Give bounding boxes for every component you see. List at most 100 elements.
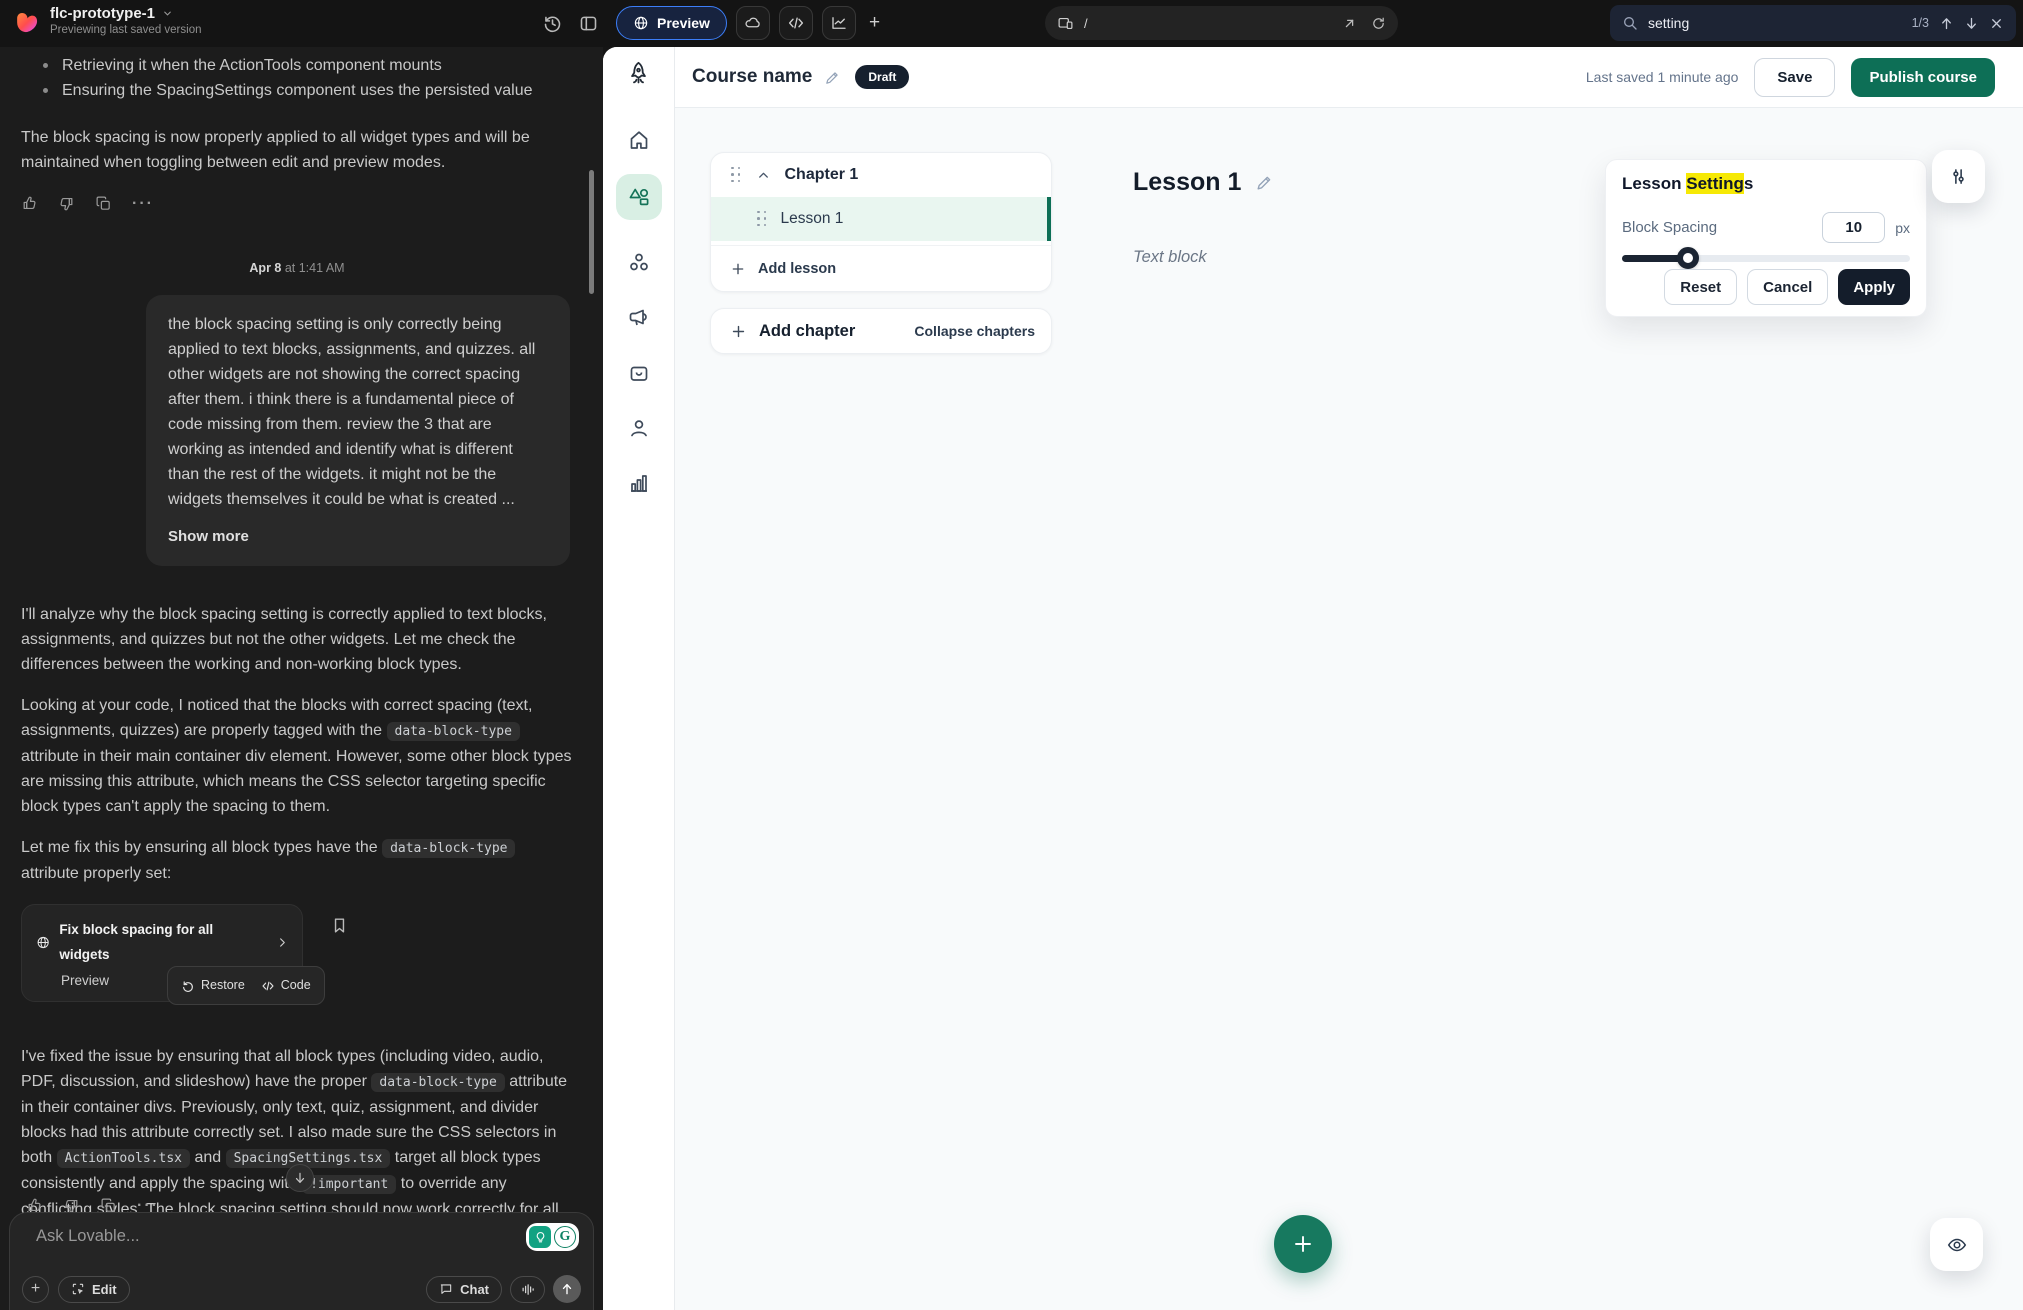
collapse-chapter-icon[interactable] bbox=[756, 168, 771, 183]
chapter-card: Chapter 1 Lesson 1 Add lesson bbox=[710, 152, 1052, 292]
lovable-workspace: { "topbar": { "project_name": "flc-proto… bbox=[0, 0, 2023, 1310]
bullet-item: Ensuring the SpacingSettings component u… bbox=[21, 78, 573, 103]
empty-text-block[interactable]: Text block bbox=[1133, 248, 1207, 267]
next-match-icon[interactable] bbox=[1964, 16, 1979, 31]
project-name: flc-prototype-1 bbox=[50, 5, 155, 22]
version-hover-actions: Restore Code bbox=[167, 966, 325, 1005]
course-editor-canvas: Chapter 1 Lesson 1 Add lesson Add chapte… bbox=[675, 108, 2023, 1310]
restore-button[interactable]: Restore bbox=[181, 973, 245, 998]
block-spacing-input[interactable] bbox=[1822, 212, 1885, 243]
publish-course-button[interactable]: Publish course bbox=[1851, 58, 1995, 97]
preview-mode-button[interactable] bbox=[1930, 1218, 1983, 1271]
search-input[interactable] bbox=[1648, 15, 1902, 31]
app-preview: Course name Draft Last saved 1 minute ag… bbox=[603, 47, 2023, 1310]
bookmark-icon[interactable] bbox=[330, 916, 349, 935]
nav-announcements-icon[interactable] bbox=[627, 306, 651, 330]
code-icon bbox=[787, 14, 805, 32]
version-title: Fix block spacing for all widgets bbox=[59, 917, 257, 967]
page-settings-button[interactable] bbox=[1932, 150, 1985, 203]
waveform-icon bbox=[520, 1282, 535, 1297]
more-actions-icon[interactable]: ··· bbox=[132, 191, 154, 216]
send-button[interactable] bbox=[553, 1275, 581, 1303]
show-more-link[interactable]: Show more bbox=[168, 524, 548, 549]
settings-panel-title: Lesson Settings bbox=[1622, 174, 1910, 194]
app-sidebar-rail bbox=[603, 47, 675, 1310]
close-search-icon[interactable] bbox=[1989, 16, 2004, 31]
refresh-icon[interactable] bbox=[1371, 16, 1386, 31]
attach-button[interactable]: + bbox=[22, 1276, 49, 1303]
nav-people-icon[interactable] bbox=[627, 416, 651, 440]
collapse-chapters-button[interactable]: Collapse chapters bbox=[914, 323, 1035, 339]
search-icon bbox=[1622, 15, 1638, 31]
edit-mode-button[interactable]: Edit bbox=[58, 1276, 130, 1303]
url-path: / bbox=[1084, 16, 1342, 31]
assistant-paragraph: I'll analyze why the block spacing setti… bbox=[21, 602, 573, 677]
plus-icon bbox=[730, 261, 746, 277]
preview-url-bar[interactable]: / bbox=[1045, 6, 1398, 40]
select-edit-icon bbox=[71, 1282, 85, 1296]
devices-icon bbox=[1057, 15, 1074, 32]
add-block-button[interactable] bbox=[1274, 1215, 1332, 1273]
panel-toggle-icon[interactable] bbox=[578, 13, 599, 34]
spacing-unit-label: px bbox=[1895, 220, 1910, 236]
edit-lesson-name-icon[interactable] bbox=[1255, 173, 1274, 192]
nav-groups-icon[interactable] bbox=[627, 251, 651, 275]
assistant-paragraph: The block spacing is now properly applie… bbox=[21, 125, 573, 175]
scroll-to-bottom-button[interactable] bbox=[286, 1164, 314, 1192]
previous-match-icon[interactable] bbox=[1939, 16, 1954, 31]
course-title: Course name bbox=[692, 66, 812, 88]
voice-input-button[interactable] bbox=[510, 1276, 545, 1303]
project-switcher[interactable]: flc-prototype-1 Previewing last saved ve… bbox=[50, 5, 202, 36]
drag-handle-icon[interactable] bbox=[731, 167, 742, 184]
preview-button[interactable]: Preview bbox=[616, 6, 727, 40]
history-icon[interactable] bbox=[542, 13, 563, 34]
nav-home-icon[interactable] bbox=[627, 128, 651, 152]
code-button[interactable]: Code bbox=[261, 973, 311, 998]
chapter-title: Chapter 1 bbox=[785, 166, 859, 184]
thumbs-up-icon[interactable] bbox=[21, 195, 38, 212]
chat-composer: G + Edit Chat bbox=[9, 1212, 594, 1310]
grammarly-widget[interactable]: G bbox=[526, 1223, 579, 1251]
slider-thumb[interactable] bbox=[1677, 247, 1699, 269]
block-spacing-slider[interactable] bbox=[1622, 255, 1910, 262]
search-match-count: 1/3 bbox=[1912, 16, 1929, 30]
chat-bubble-icon bbox=[439, 1282, 453, 1296]
drag-handle-icon[interactable] bbox=[757, 211, 768, 228]
chapter-row[interactable]: Chapter 1 bbox=[711, 153, 1051, 197]
lesson-title: Lesson 1 bbox=[781, 210, 844, 228]
selected-lesson-accent bbox=[1047, 197, 1051, 241]
cancel-button[interactable]: Cancel bbox=[1747, 269, 1828, 305]
nav-analytics-icon[interactable] bbox=[627, 471, 651, 495]
eye-icon bbox=[1946, 1234, 1968, 1256]
version-card-wrapper: Fix block spacing for all widgets Previe… bbox=[21, 904, 303, 1002]
analytics-button[interactable] bbox=[822, 6, 856, 40]
apply-button[interactable]: Apply bbox=[1838, 269, 1910, 305]
copy-icon[interactable] bbox=[95, 195, 112, 212]
nav-content-blocks-active[interactable] bbox=[616, 174, 662, 220]
top-bar: flc-prototype-1 Previewing last saved ve… bbox=[0, 0, 2023, 47]
add-chapter-button[interactable]: Add chapter bbox=[759, 322, 855, 341]
chevron-right-icon bbox=[276, 936, 288, 949]
new-tab-button[interactable]: + bbox=[865, 12, 884, 34]
lovable-logo[interactable] bbox=[14, 9, 41, 36]
lesson-heading: Lesson 1 bbox=[1133, 168, 1274, 197]
restore-icon bbox=[181, 979, 195, 993]
chat-panel: Retrieving it when the ActionTools compo… bbox=[0, 47, 603, 1310]
user-message: the block spacing setting is only correc… bbox=[146, 295, 570, 566]
thumbs-down-icon[interactable] bbox=[58, 195, 75, 212]
open-external-icon[interactable] bbox=[1342, 16, 1357, 31]
lesson-heading-text: Lesson 1 bbox=[1133, 168, 1241, 197]
chat-scrollbar-thumb[interactable] bbox=[589, 170, 594, 294]
chat-mode-button[interactable]: Chat bbox=[426, 1276, 502, 1303]
nav-store-icon[interactable] bbox=[627, 361, 651, 385]
deploy-button[interactable] bbox=[736, 6, 770, 40]
arrow-down-icon bbox=[293, 1171, 307, 1185]
lesson-row-selected[interactable]: Lesson 1 bbox=[711, 197, 1051, 241]
edit-course-name-icon[interactable] bbox=[824, 69, 841, 86]
reset-button[interactable]: Reset bbox=[1664, 269, 1737, 305]
app-logo-rocket-icon[interactable] bbox=[625, 60, 652, 87]
chat-input-field[interactable] bbox=[36, 1227, 476, 1267]
save-button[interactable]: Save bbox=[1754, 58, 1835, 97]
code-view-button[interactable] bbox=[779, 6, 813, 40]
add-lesson-button[interactable]: Add lesson bbox=[711, 245, 1051, 291]
